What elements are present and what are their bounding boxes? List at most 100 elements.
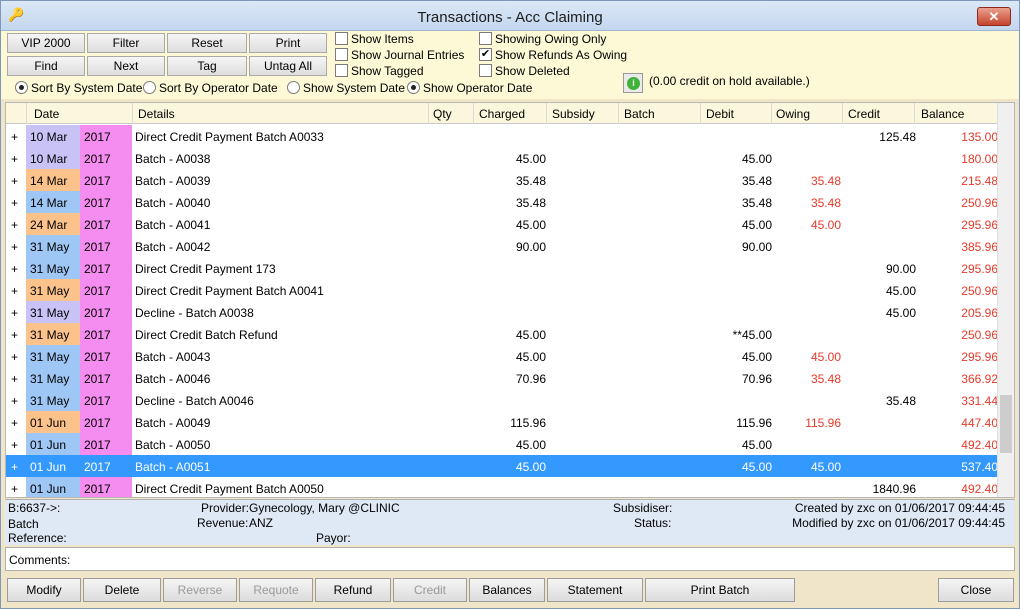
credit-info-button[interactable]: i <box>623 73 643 93</box>
expand-icon[interactable]: + <box>11 482 18 496</box>
show-operator-date-radio[interactable]: Show Operator Date <box>407 81 532 97</box>
title-bar[interactable]: 🔑 Transactions - Acc Claiming ✕ <box>1 1 1019 31</box>
table-row[interactable]: +31 May 2017 Direct Credit Payment Batch A… <box>6 279 998 301</box>
col-date[interactable]: Date <box>34 107 59 121</box>
table-row[interactable]: +24 Mar 2017 Batch - A0041 45.00 45.00 45.00 2… <box>6 213 998 235</box>
show-system-date-radio[interactable]: Show System Date <box>287 81 405 97</box>
next-button[interactable]: Next <box>87 56 165 76</box>
show-tagged-checkbox[interactable]: Show Tagged <box>335 64 424 80</box>
charged-cell: 45.00 <box>515 350 546 364</box>
show-deleted-checkbox[interactable]: Show Deleted <box>479 64 570 80</box>
print-button[interactable]: Print <box>249 33 327 53</box>
table-row[interactable]: +10 Mar 2017 Batch - A0038 45.00 45.00 180.00 <box>6 147 998 169</box>
col-batch[interactable]: Batch <box>624 107 655 121</box>
balance-cell: 492.40 <box>961 438 998 452</box>
details-cell: Batch - A0046 <box>135 372 211 386</box>
table-row[interactable]: +01 Jun 2017 Batch - A0050 45.00 45.00 492.40 <box>6 433 998 455</box>
expand-icon[interactable]: + <box>11 262 18 276</box>
col-details[interactable]: Details <box>138 107 175 121</box>
reset-button[interactable]: Reset <box>167 33 247 53</box>
owing-cell: 35.48 <box>810 196 841 210</box>
charged-cell: 115.96 <box>510 416 546 430</box>
col-qty[interactable]: Qty <box>433 107 452 121</box>
details-cell: Decline - Batch A0046 <box>135 394 254 408</box>
expand-icon[interactable]: + <box>11 372 18 386</box>
table-row[interactable]: +31 May 2017 Decline - Batch A0038 45.00 205… <box>6 301 998 323</box>
tag-button[interactable]: Tag <box>167 56 247 76</box>
charged-cell: 35.48 <box>515 174 546 188</box>
reference-label: Reference: <box>8 531 67 545</box>
modify-button[interactable]: Modify <box>7 578 81 602</box>
col-owing[interactable]: Owing <box>776 107 810 121</box>
expand-icon[interactable]: + <box>11 152 18 166</box>
expand-icon[interactable]: + <box>11 438 18 452</box>
col-subsidy[interactable]: Subsidy <box>552 107 595 121</box>
close-window-button[interactable]: ✕ <box>977 7 1011 26</box>
refund-button[interactable]: Refund <box>315 578 391 602</box>
expand-icon[interactable]: + <box>11 284 18 298</box>
expand-icon[interactable]: + <box>11 218 18 232</box>
table-row[interactable]: +31 May 2017 Direct Credit Batch Refund 45.… <box>6 323 998 345</box>
table-row[interactable]: +14 Mar 2017 Batch - A0040 35.48 35.48 35.48 2… <box>6 191 998 213</box>
delete-button[interactable]: Delete <box>83 578 161 602</box>
find-button[interactable]: Find <box>7 56 85 76</box>
expand-icon[interactable]: + <box>11 350 18 364</box>
col-debit[interactable]: Debit <box>706 107 734 121</box>
owing-cell: 45.00 <box>810 460 841 474</box>
print-batch-button[interactable]: Print Batch <box>645 578 795 602</box>
expand-icon[interactable]: + <box>11 240 18 254</box>
table-row[interactable]: +01 Jun 2017 Direct Credit Payment Batch A… <box>6 477 998 497</box>
credit-cell: 1840.96 <box>872 482 916 496</box>
credit-cell: 35.48 <box>885 394 916 408</box>
balances-button[interactable]: Balances <box>469 578 545 602</box>
comments-field[interactable]: Comments: <box>5 547 1015 571</box>
grid-scrollbar[interactable] <box>997 103 1014 497</box>
table-row[interactable]: +31 May 2017 Batch - A0046 70.96 70.96 35.48 3… <box>6 367 998 389</box>
statement-button[interactable]: Statement <box>547 578 643 602</box>
transactions-grid[interactable]: Date Details Qty Charged Subsidy Batch D… <box>5 102 1015 498</box>
expand-icon[interactable]: + <box>11 416 18 430</box>
show-items-checkbox[interactable]: Show Items <box>335 32 414 48</box>
expand-icon[interactable]: + <box>11 174 18 188</box>
payor-label: Payor: <box>316 531 351 545</box>
expand-icon[interactable]: + <box>11 306 18 320</box>
year-cell: 2017 <box>80 191 132 213</box>
expand-icon[interactable]: + <box>11 196 18 210</box>
table-row[interactable]: +31 May 2017 Batch - A0043 45.00 45.00 45.00 2… <box>6 345 998 367</box>
requote-button[interactable]: Requote <box>239 578 313 602</box>
table-row[interactable]: +01 Jun 2017 Batch - A0049 115.96 115.96 115.… <box>6 411 998 433</box>
showing-owing-only-checkbox[interactable]: Showing Owing Only <box>479 32 606 48</box>
col-balance[interactable]: Balance <box>921 107 964 121</box>
col-credit[interactable]: Credit <box>848 107 880 121</box>
close-button[interactable]: Close <box>938 578 1014 602</box>
table-row[interactable]: +10 Mar 2017 Direct Credit Payment Batch A… <box>6 125 998 147</box>
vip2000-button[interactable]: VIP 2000 <box>7 33 85 53</box>
table-row[interactable]: +01 Jun 2017 Batch - A0051 45.00 45.00 45.00 5… <box>6 455 998 477</box>
show-journal-entries-checkbox[interactable]: Show Journal Entries <box>335 48 464 64</box>
untag-all-button[interactable]: Untag All <box>249 56 327 76</box>
filter-button[interactable]: Filter <box>87 33 165 53</box>
scrollbar-thumb[interactable] <box>1000 395 1012 453</box>
balance-cell: 135.00 <box>961 130 998 144</box>
reverse-button[interactable]: Reverse <box>163 578 237 602</box>
expand-icon[interactable]: + <box>11 328 18 342</box>
transaction-info-panel: B:6637->: Batch Reference: Provider: Gyn… <box>5 499 1015 545</box>
toolbar: VIP 2000 Filter Reset Print Find Next Ta… <box>1 31 1019 99</box>
expand-icon[interactable]: + <box>11 460 18 474</box>
table-row[interactable]: +14 Mar 2017 Batch - A0039 35.48 35.48 35.48 2… <box>6 169 998 191</box>
credit-button[interactable]: Credit <box>393 578 467 602</box>
show-refunds-as-owing-checkbox[interactable]: ✔ Show Refunds As Owing <box>479 48 627 64</box>
sort-by-system-date-radio[interactable]: Sort By System Date <box>15 81 142 97</box>
col-charged[interactable]: Charged <box>479 107 525 121</box>
debit-cell: 45.00 <box>741 438 772 452</box>
table-row[interactable]: +31 May 2017 Direct Credit Payment 173 90.0… <box>6 257 998 279</box>
expand-icon[interactable]: + <box>11 130 18 144</box>
debit-cell: 45.00 <box>741 350 772 364</box>
table-row[interactable]: +31 May 2017 Decline - Batch A0046 35.48 331… <box>6 389 998 411</box>
balance-cell: 180.00 <box>961 152 998 166</box>
expand-icon[interactable]: + <box>11 394 18 408</box>
credit-cell: 45.00 <box>885 306 916 320</box>
year-cell: 2017 <box>80 345 132 367</box>
sort-by-operator-date-radio[interactable]: Sort By Operator Date <box>143 81 278 97</box>
table-row[interactable]: +31 May 2017 Batch - A0042 90.00 90.00 385.96 <box>6 235 998 257</box>
